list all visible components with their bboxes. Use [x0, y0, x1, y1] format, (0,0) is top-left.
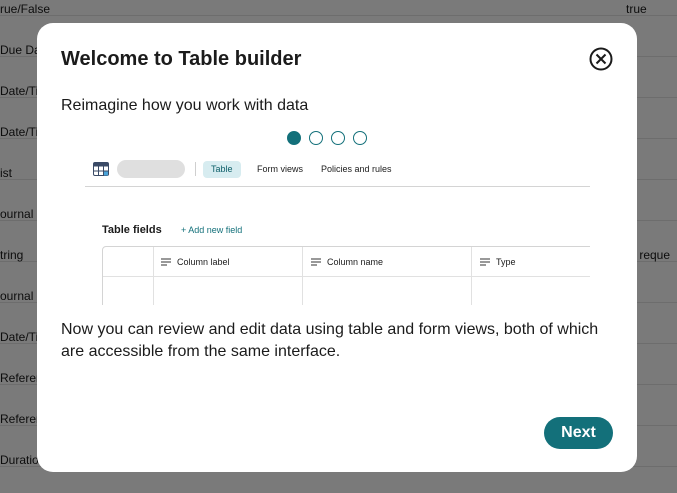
illustration-tab-form-views: Form views — [257, 164, 304, 174]
illustration-section-title: Table fields — [102, 224, 162, 236]
illustration-column-header: Column label — [161, 257, 230, 267]
illustration-column-header: Column name — [311, 257, 383, 267]
modal-description: Now you can review and edit data using t… — [61, 321, 599, 360]
illustration: Table Form views Policies and rules Tabl… — [85, 155, 590, 305]
divider — [302, 247, 303, 305]
close-button[interactable] — [589, 47, 613, 71]
illustration-column-header: Type — [480, 257, 516, 267]
pagination-dot-3[interactable] — [331, 131, 345, 145]
table-builder-app-icon — [93, 162, 109, 176]
divider — [471, 247, 472, 305]
divider — [195, 162, 196, 176]
pagination-dot-4[interactable] — [353, 131, 367, 145]
illustration-table: Column label Column name Type — [102, 246, 590, 305]
column-header-name: Column name — [327, 257, 384, 267]
modal-title: Welcome to Table builder — [61, 48, 302, 70]
next-button[interactable]: Next — [544, 417, 613, 449]
divider — [103, 276, 590, 277]
illustration-tab-table: Table — [203, 161, 241, 178]
modal-subtitle: Reimagine how you work with data — [61, 97, 309, 114]
column-header-label: Column label — [177, 257, 230, 267]
text-lines-icon — [161, 258, 171, 266]
pagination-dots — [287, 131, 367, 147]
welcome-modal: Welcome to Table builder Reimagine how y… — [37, 23, 637, 472]
divider — [85, 186, 590, 187]
pagination-dot-1[interactable] — [287, 131, 301, 145]
divider — [153, 247, 154, 305]
illustration-add-field-link: + Add new field — [181, 225, 243, 235]
text-lines-icon — [480, 258, 490, 266]
close-circle-x-icon — [589, 47, 613, 71]
text-lines-icon — [311, 258, 321, 266]
illustration-tab-policies: Policies and rules — [321, 164, 392, 174]
column-header-type: Type — [496, 257, 516, 267]
app-name-placeholder — [117, 160, 185, 178]
pagination-dot-2[interactable] — [309, 131, 323, 145]
